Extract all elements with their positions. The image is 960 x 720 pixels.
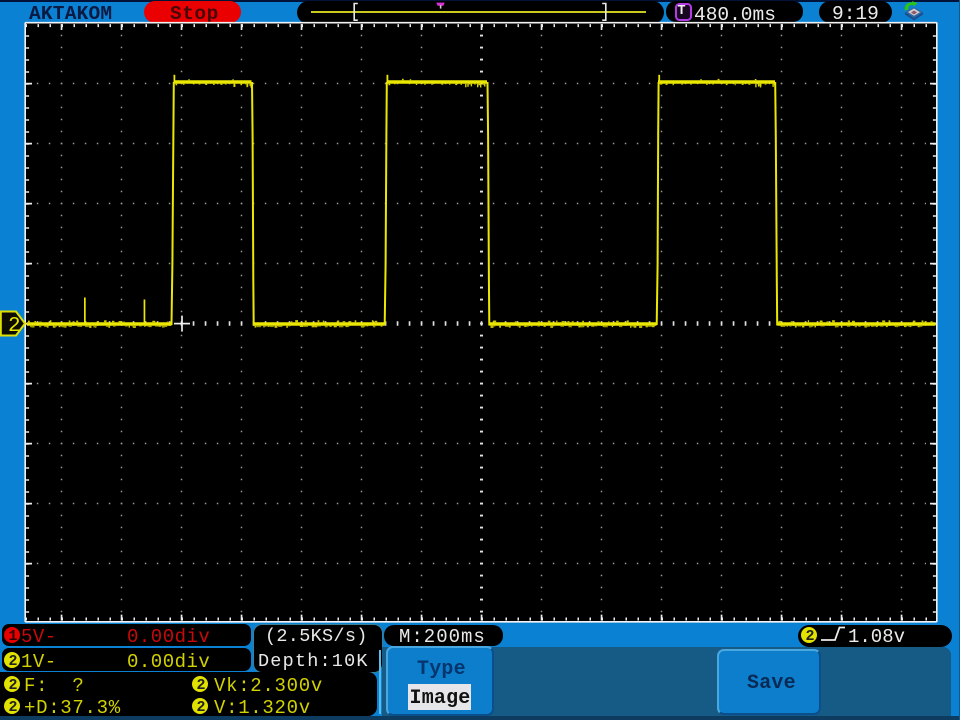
svg-text:2: 2 [8,315,21,338]
